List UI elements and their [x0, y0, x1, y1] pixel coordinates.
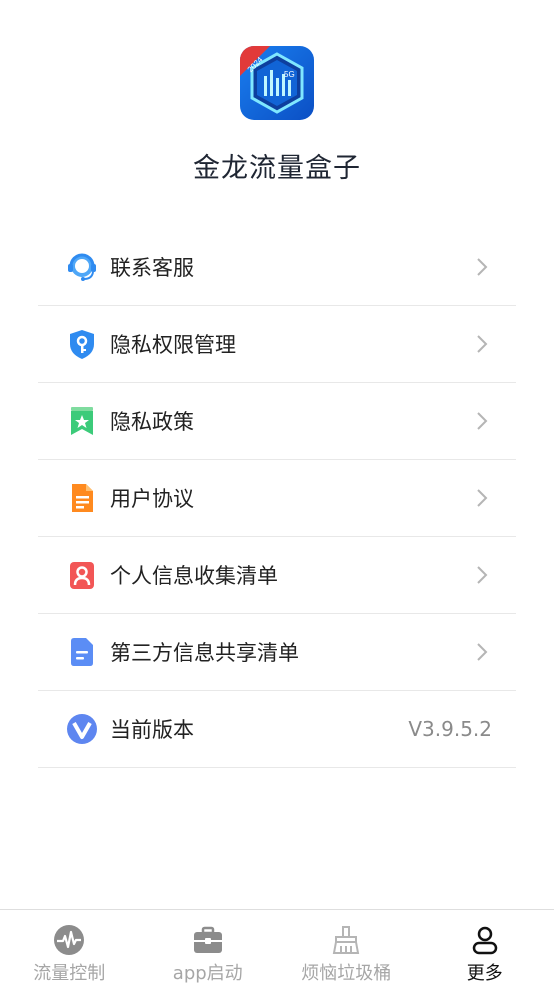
menu-item-privacy-permissions[interactable]: 隐私权限管理 [38, 306, 516, 383]
shield-key-icon [70, 330, 94, 359]
menu-item-third-party-sharing[interactable]: 第三方信息共享清单 [38, 614, 516, 691]
app-logo-icon: 5G 2024 [240, 46, 314, 120]
menu-item-current-version: 当前版本 V3.9.5.2 [38, 691, 516, 768]
tab-app-launch[interactable]: app启动 [139, 910, 278, 984]
pulse-icon [54, 925, 85, 955]
svg-text:5G: 5G [284, 70, 295, 79]
tab-label: 烦恼垃圾桶 [301, 963, 392, 984]
tab-traffic-control[interactable]: 流量控制 [0, 910, 139, 984]
menu-item-label: 用户协议 [110, 487, 194, 511]
menu-item-label: 个人信息收集清单 [110, 564, 278, 588]
chevron-right-icon [477, 489, 488, 507]
bookmark-star-icon [71, 407, 93, 435]
menu-item-label: 联系客服 [110, 256, 194, 280]
file-icon [71, 638, 93, 666]
person-icon [472, 926, 497, 955]
menu-item-personal-info-list[interactable]: 个人信息收集清单 [38, 537, 516, 614]
app-header: 5G 2024 金龙流量盒子 [0, 0, 554, 220]
customer-service-icon [68, 253, 96, 281]
person-card-icon [70, 562, 94, 589]
menu-item-label: 隐私权限管理 [110, 333, 236, 357]
tab-label: 更多 [466, 963, 503, 984]
chevron-right-icon [477, 258, 488, 276]
tab-more[interactable]: 更多 [416, 910, 554, 984]
menu-item-user-agreement[interactable]: 用户协议 [38, 460, 516, 537]
menu-item-label: 第三方信息共享清单 [110, 641, 299, 665]
tab-label: app启动 [172, 963, 243, 984]
briefcase-icon [193, 926, 222, 953]
chevron-right-icon [477, 566, 488, 584]
chevron-right-icon [477, 643, 488, 661]
app-name: 金龙流量盒子 [193, 153, 361, 184]
settings-menu: 联系客服 隐私权限管理 隐私政策 用户协议 个人信息收集清单 第三方信息共享清单… [38, 229, 516, 768]
tab-worry-trash[interactable]: 烦恼垃圾桶 [277, 910, 416, 984]
menu-item-customer-service[interactable]: 联系客服 [38, 229, 516, 306]
menu-item-privacy-policy[interactable]: 隐私政策 [38, 383, 516, 460]
chevron-right-icon [477, 412, 488, 430]
broom-icon [333, 926, 360, 954]
version-value: V3.9.5.2 [408, 717, 492, 741]
bottom-tab-bar: 流量控制 app启动 烦恼垃圾桶 更多 [0, 909, 554, 984]
tab-label: 流量控制 [33, 963, 106, 984]
menu-item-label: 当前版本 [110, 718, 194, 742]
version-v-icon [67, 714, 97, 744]
chevron-right-icon [477, 335, 488, 353]
document-icon [72, 484, 93, 512]
menu-item-label: 隐私政策 [110, 410, 194, 434]
